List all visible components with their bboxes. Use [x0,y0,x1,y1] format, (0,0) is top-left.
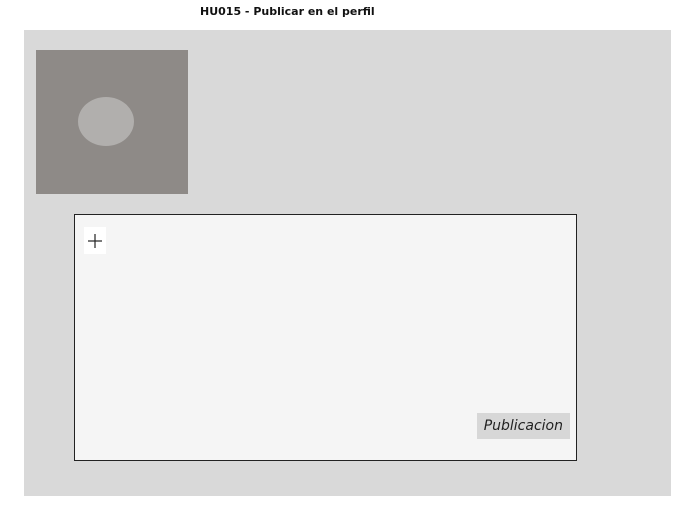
page: HU015 - Publicar en el perfil Publicacio… [0,0,700,518]
publish-button[interactable]: Publicacion [476,413,570,439]
page-title: HU015 - Publicar en el perfil [200,5,375,18]
wireframe-canvas: Publicacion [24,30,671,496]
add-attachment-button[interactable] [84,227,106,254]
post-composer[interactable]: Publicacion [74,214,577,461]
avatar-placeholder-icon [78,97,134,146]
profile-avatar [36,50,188,194]
plus-icon [88,234,102,248]
